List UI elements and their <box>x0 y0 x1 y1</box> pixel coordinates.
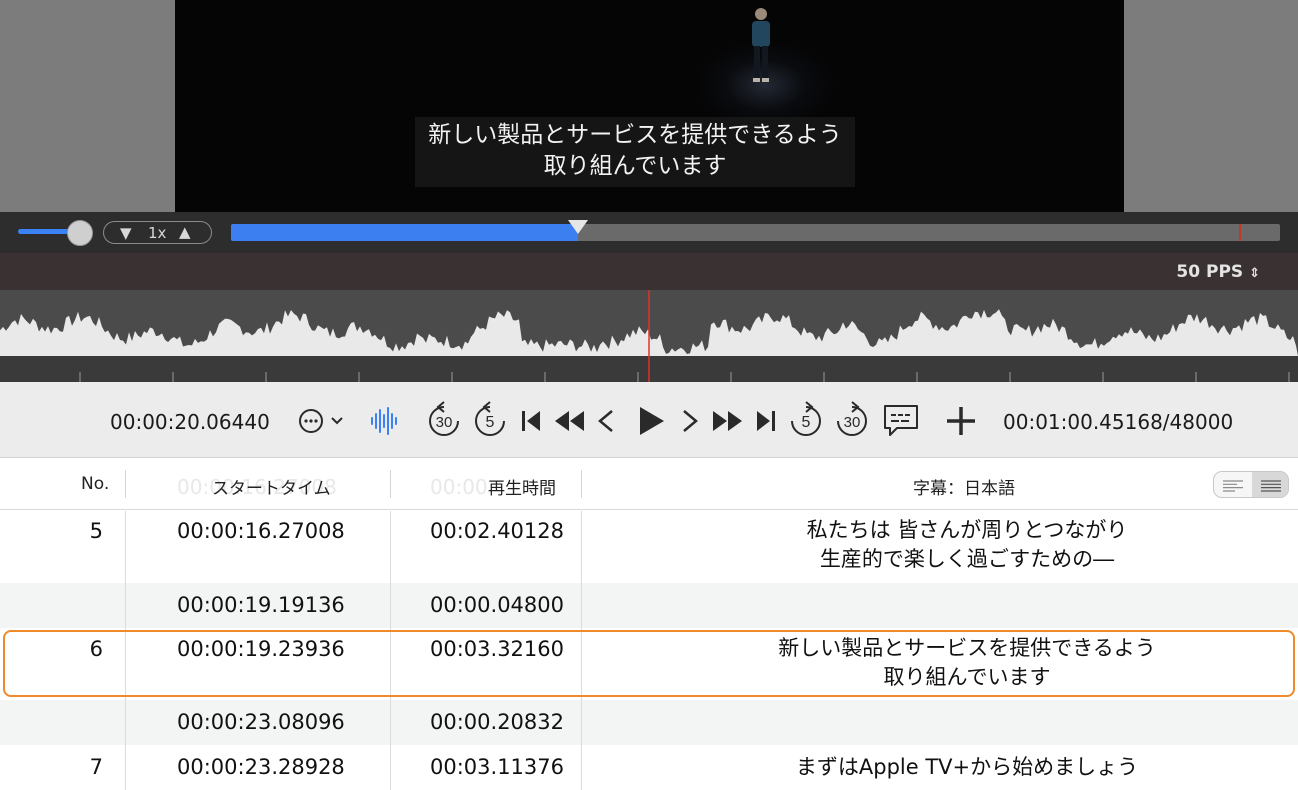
row-subtitle-line2: 生産的で楽しく過ごすための― <box>819 547 1115 571</box>
column-divider <box>581 511 582 790</box>
subtitle-overlay-line2: 取り組んでいます <box>543 153 727 179</box>
column-divider[interactable] <box>581 470 582 498</box>
fast-forward-icon[interactable] <box>710 402 746 440</box>
row-duration[interactable]: 00:00.20832 <box>430 710 564 734</box>
video-viewer: 新しい製品とサービスを提供できるよう 取り組んでいます <box>0 0 1298 212</box>
column-divider[interactable] <box>390 470 391 498</box>
svg-text:30: 30 <box>436 414 453 431</box>
table-row-selected[interactable]: 6 00:00:19.23936 00:03.32160 新しい製品とサービスを… <box>0 628 1298 700</box>
step-back-icon[interactable] <box>594 402 618 440</box>
row-subtitle-line1: まずはApple TV+から始めましょう <box>795 755 1139 779</box>
row-number: 6 <box>89 637 103 661</box>
more-options-icon[interactable] <box>297 402 347 440</box>
subtitle-table: 5 00:00:16.27008 00:02.40128 私たちは 皆さんが周り… <box>0 511 1298 790</box>
row-subtitle-text[interactable]: まずはApple TV+から始めましょう <box>582 753 1298 782</box>
row-duration[interactable]: 00:00.04800 <box>430 593 564 617</box>
timeline-progress <box>231 224 578 241</box>
row-number: 7 <box>89 755 103 779</box>
align-left-icon[interactable] <box>1214 472 1252 497</box>
row-duration[interactable]: 00:03.11376 <box>430 755 564 779</box>
column-divider[interactable] <box>125 470 126 498</box>
timeline-scrubber[interactable] <box>231 220 1280 241</box>
row-duration[interactable]: 00:03.32160 <box>430 637 564 661</box>
row-subtitle-line1: 私たちは 皆さんが周りとつながり <box>806 518 1128 542</box>
play-icon[interactable] <box>634 402 668 440</box>
forward-5-icon[interactable]: 5 <box>786 401 826 440</box>
forward-30-icon[interactable]: 30 <box>832 401 872 440</box>
text-align-toggle[interactable] <box>1213 471 1289 498</box>
add-icon[interactable] <box>944 402 978 440</box>
column-divider <box>390 511 391 790</box>
row-duration[interactable]: 00:02.40128 <box>430 519 564 543</box>
row-number: 5 <box>89 519 103 543</box>
header-no[interactable]: No. <box>81 474 109 494</box>
svg-text:5: 5 <box>486 414 495 431</box>
column-divider <box>125 511 126 790</box>
video-frame[interactable]: 新しい製品とサービスを提供できるよう 取り組んでいます <box>175 0 1124 212</box>
header-subtitle-language[interactable]: 字幕：日本語 <box>913 474 1015 499</box>
table-row[interactable]: 5 00:00:16.27008 00:02.40128 私たちは 皆さんが周り… <box>0 511 1298 583</box>
svg-text:5: 5 <box>802 414 811 431</box>
row-start-time[interactable]: 00:00:19.23936 <box>177 637 345 661</box>
skip-to-end-icon[interactable] <box>753 402 779 440</box>
waveform-header: 50 PPS ⇕ <box>0 253 1298 290</box>
subtitle-table-header: 00:00:16.27008 00:00 No. スタートタイム 再生時間 字幕… <box>0 458 1298 510</box>
presenter-figure <box>752 8 770 82</box>
header-start-time[interactable]: スタートタイム <box>212 474 331 499</box>
transport-toolbar: 00:00:20.06440 30 5 5 30 00:01:00.45168/… <box>0 382 1298 458</box>
subtitle-bubble-icon[interactable] <box>881 402 921 440</box>
row-subtitle-text[interactable]: 新しい製品とサービスを提供できるよう 取り組んでいます <box>582 634 1298 692</box>
align-justify-icon[interactable] <box>1252 472 1288 497</box>
speed-down-icon[interactable]: ▼ <box>120 224 132 242</box>
subtitle-overlay: 新しい製品とサービスを提供できるよう 取り組んでいます <box>415 117 855 187</box>
pps-label: 50 PPS <box>1176 262 1244 282</box>
timeline-marker <box>1239 224 1241 241</box>
row-subtitle-line1: 新しい製品とサービスを提供できるよう <box>778 636 1156 660</box>
fast-rewind-icon[interactable] <box>551 402 587 440</box>
row-subtitle-text[interactable]: 私たちは 皆さんが周りとつながり 生産的で楽しく過ごすための― <box>582 516 1298 574</box>
header-ghost-duration: 00:00 <box>430 475 488 499</box>
current-time: 00:00:20.06440 <box>110 410 270 434</box>
row-start-time[interactable]: 00:00:23.08096 <box>177 710 345 734</box>
table-row-gap[interactable]: 00:00:19.19136 00:00.04800 <box>0 583 1298 628</box>
svg-text:30: 30 <box>844 414 861 431</box>
rewind-5-icon[interactable]: 5 <box>470 401 510 440</box>
total-time: 00:01:00.45168/48000 <box>1003 410 1234 434</box>
row-start-time[interactable]: 00:00:16.27008 <box>177 519 345 543</box>
subtitle-overlay-line1: 新しい製品とサービスを提供できるよう <box>428 122 842 148</box>
pps-selector[interactable]: 50 PPS ⇕ <box>1176 262 1260 282</box>
row-start-time[interactable]: 00:00:23.28928 <box>177 755 345 779</box>
table-row[interactable]: 7 00:00:23.28928 00:03.11376 まずはApple TV… <box>0 745 1298 790</box>
waveform-icon[interactable] <box>368 402 400 440</box>
speed-stepper[interactable]: ▼ 1x ▲ <box>103 221 212 244</box>
step-forward-icon[interactable] <box>678 402 702 440</box>
audio-waveform[interactable] <box>0 290 1298 382</box>
speed-value: 1x <box>148 224 167 242</box>
playhead-icon[interactable] <box>568 220 588 234</box>
speed-up-icon[interactable]: ▲ <box>179 223 191 241</box>
volume-slider-knob[interactable] <box>67 220 93 246</box>
row-start-time[interactable]: 00:00:19.19136 <box>177 593 345 617</box>
row-subtitle-line2: 取り組んでいます <box>883 665 1051 689</box>
table-row-gap[interactable]: 00:00:23.08096 00:00.20832 <box>0 700 1298 745</box>
header-duration[interactable]: 再生時間 <box>488 474 556 499</box>
playback-bar: ▼ 1x ▲ <box>0 212 1298 253</box>
rewind-30-icon[interactable]: 30 <box>424 401 464 440</box>
updown-chevron-icon: ⇕ <box>1249 266 1260 281</box>
skip-to-start-icon[interactable] <box>518 402 544 440</box>
waveform-graphic <box>0 290 1298 382</box>
